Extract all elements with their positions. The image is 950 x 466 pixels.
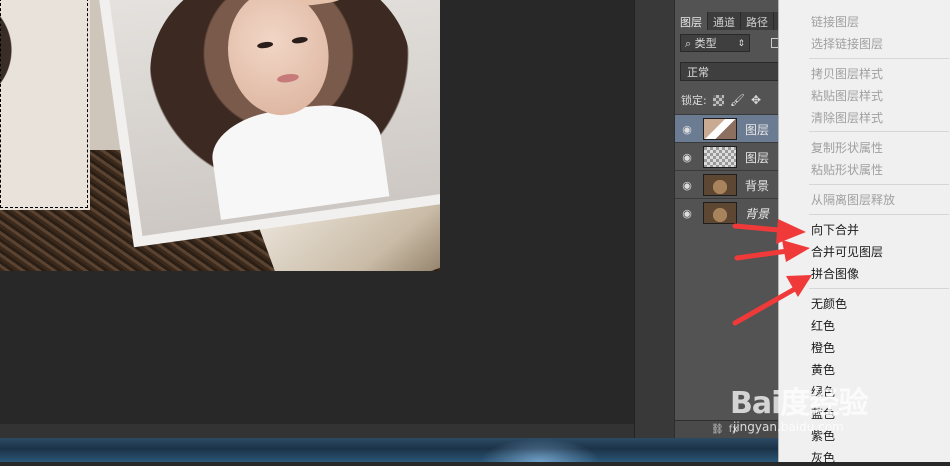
menu-separator [809, 131, 949, 132]
layer-name: 背景 [745, 206, 770, 221]
canvas-scrollbar[interactable] [0, 424, 634, 438]
eye-icon[interactable]: ◉ [675, 179, 699, 192]
filter-label: 类型 [694, 37, 717, 50]
layer-row[interactable]: ◉ 图层 [675, 114, 781, 143]
layer-row[interactable]: ◉ 背景 [675, 198, 781, 227]
menu-item-flatten-image[interactable]: 拼合图像 [811, 265, 859, 282]
layer-row[interactable]: ◉ 图层 [675, 142, 781, 171]
collage-photo [0, 0, 440, 271]
menu-separator [809, 184, 949, 185]
baidu-watermark: Bai度经验 jingyan.baidu.com [730, 378, 940, 438]
layer-name: 图层 [745, 122, 770, 137]
menu-item-copy-layer-style: 拷贝图层样式 [811, 67, 884, 81]
brush-icon[interactable]: 🖌 [730, 93, 745, 107]
tab-paths[interactable]: 路径 [741, 12, 774, 30]
menu-separator [809, 58, 949, 59]
menu-item-orange[interactable]: 橙色 [811, 339, 835, 356]
menu-item-clear-layer-style: 清除图层样式 [811, 111, 884, 125]
layers-panel: 图层 通道 路径 ⌕ 类型 ⇕ 正常 锁定: 🖌 ✥ ◉ 图层 ◉ 图层 ◉ 背… [674, 0, 781, 438]
panel-tabs: 图层 通道 路径 [675, 12, 781, 30]
photo-card-main [95, 0, 440, 248]
layer-thumbnail [703, 118, 737, 140]
layer-name: 图层 [745, 150, 770, 165]
taskbar-highlight [480, 438, 600, 462]
menu-item-yellow[interactable]: 黄色 [811, 361, 835, 378]
layer-thumbnail [703, 202, 737, 224]
menu-item-select-linked-layers: 选择链接图层 [811, 37, 884, 51]
lock-label: 锁定: [681, 94, 707, 107]
menu-item-red[interactable]: 红色 [811, 317, 835, 334]
eye-icon[interactable]: ◉ [675, 123, 699, 136]
menu-separator [809, 214, 949, 215]
eye-icon[interactable]: ◉ [675, 151, 699, 164]
eye-icon[interactable]: ◉ [675, 207, 699, 220]
windows-taskbar [0, 438, 778, 462]
tab-channels[interactable]: 通道 [708, 12, 741, 30]
panel-dock-strip [634, 0, 675, 438]
search-icon: ⌕ [685, 37, 692, 50]
tab-layers[interactable]: 图层 [675, 12, 708, 30]
menu-item-merge-visible[interactable]: 合并可见图层 [811, 243, 883, 260]
blend-mode-select[interactable]: 正常 [680, 62, 781, 81]
link-icon[interactable]: ⛓ [711, 424, 724, 435]
lock-transparent-icon[interactable] [712, 94, 724, 106]
layer-thumbnail [703, 174, 737, 196]
document-canvas[interactable] [0, 0, 634, 438]
menu-item-release-from-isolation: 从隔离图层释放 [811, 193, 896, 207]
menu-item-link-layers: 链接图层 [811, 15, 860, 29]
layer-name: 背景 [745, 178, 770, 193]
menu-item-paste-layer-style: 粘贴图层样式 [811, 89, 884, 103]
menu-item-paste-shape-attributes: 粘贴形状属性 [811, 163, 884, 177]
menu-separator [809, 288, 949, 289]
chevron-updown-icon: ⇕ [737, 39, 745, 49]
lock-row: 锁定: 🖌 ✥ [681, 92, 761, 108]
watermark-logo: Bai度经验 [730, 386, 868, 421]
layer-thumbnail [703, 146, 737, 168]
layer-filter-select[interactable]: ⌕ 类型 ⇕ [680, 34, 750, 52]
watermark-url: jingyan.baidu.com [733, 420, 844, 434]
menu-item-gray[interactable]: 灰色 [811, 449, 835, 466]
selection-marquee [0, 0, 88, 208]
layer-row[interactable]: ◉ 背景 [675, 170, 781, 199]
menu-item-merge-down[interactable]: 向下合并 [811, 221, 859, 238]
menu-item-no-color[interactable]: 无颜色 [811, 295, 847, 312]
menu-item-copy-shape-attributes: 复制形状属性 [811, 141, 884, 155]
move-icon[interactable]: ✥ [751, 93, 761, 107]
